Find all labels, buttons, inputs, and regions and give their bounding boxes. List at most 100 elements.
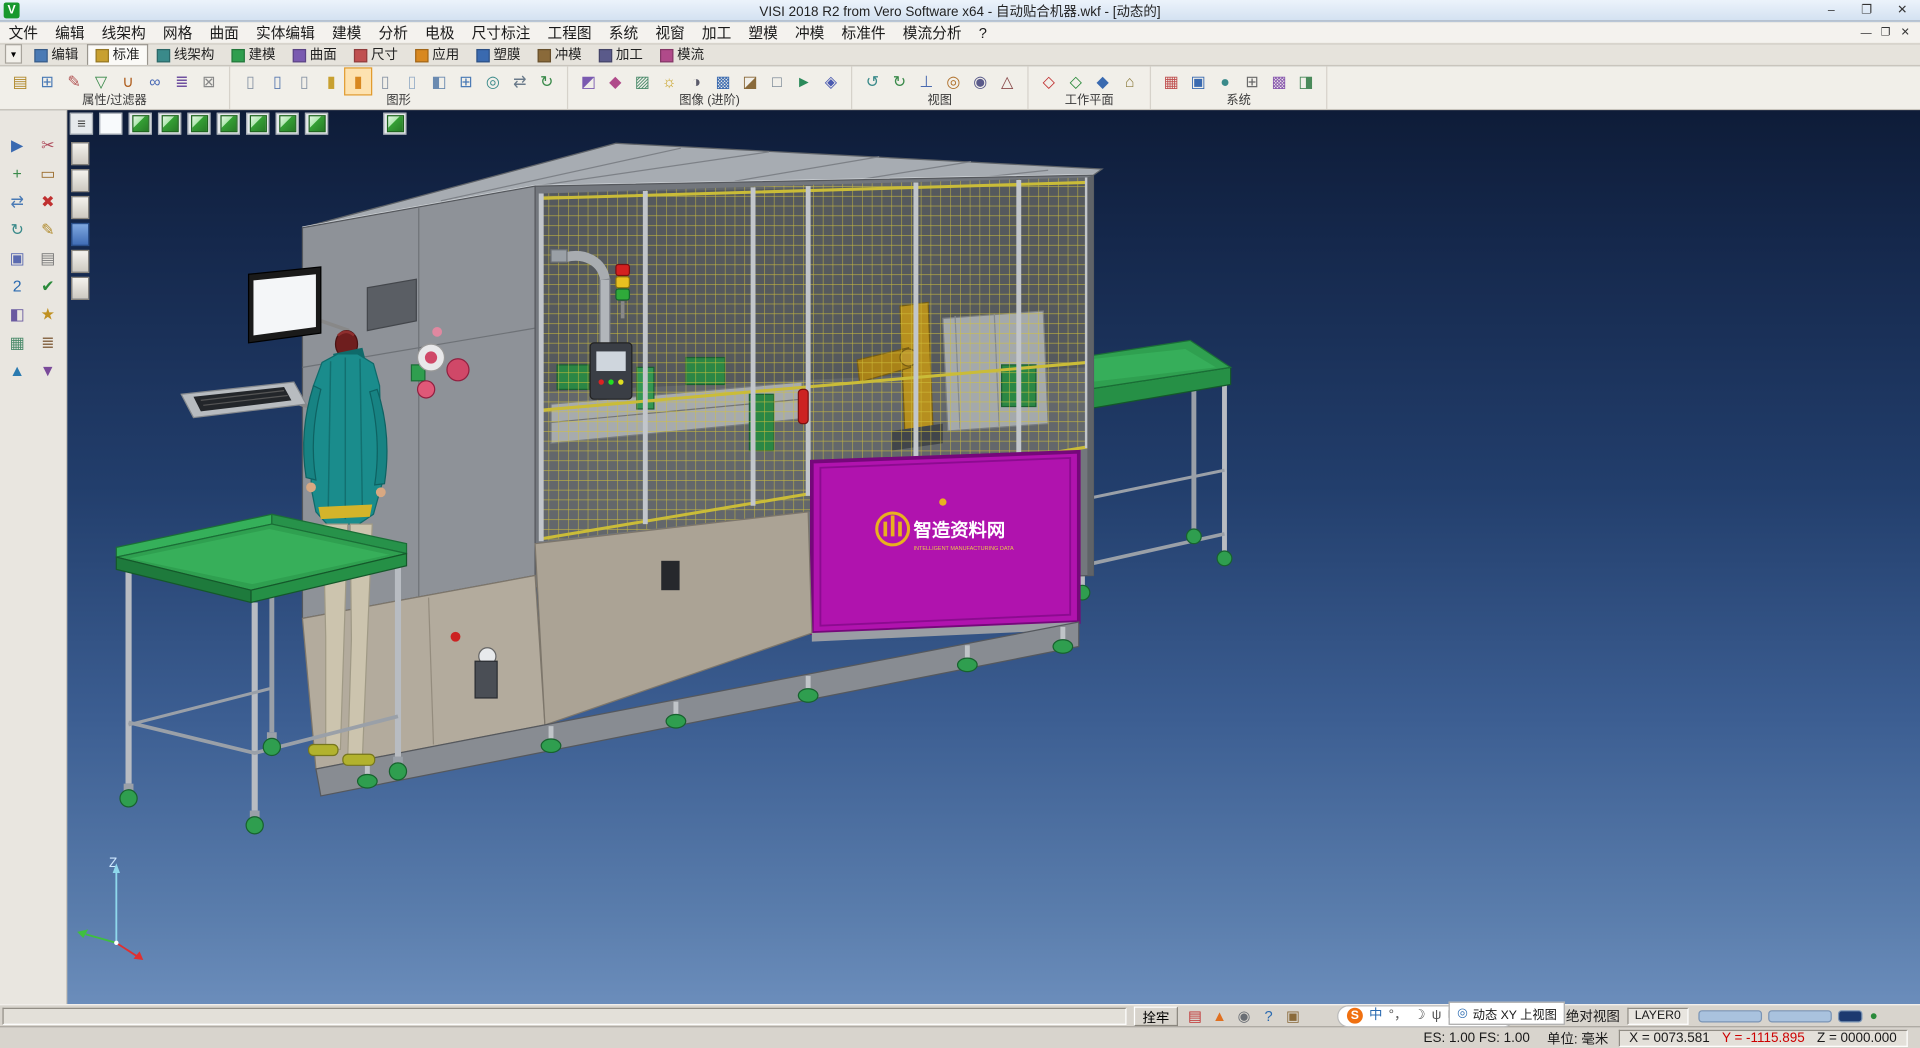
menu-item-10[interactable]: 尺寸标注 [463, 22, 539, 43]
tab-6[interactable]: 尺寸 [345, 44, 406, 65]
options-icon[interactable]: ◨ [1293, 68, 1319, 94]
ghost-view-icon[interactable]: ▯ [399, 68, 425, 94]
magnet-filter-icon[interactable]: ∪ [115, 68, 141, 94]
view-menu-icon[interactable]: ≡ [70, 113, 93, 135]
tray-app-icon[interactable]: ● [1870, 1008, 1878, 1023]
clear-filter-icon[interactable]: ⊠ [196, 68, 222, 94]
viewport-preset-2[interactable] [71, 169, 89, 192]
wireframe-view-icon[interactable]: ▯ [291, 68, 317, 94]
menu-item-18[interactable]: 模流分析 [894, 22, 970, 43]
link-filter-icon[interactable]: ∞ [142, 68, 168, 94]
menu-item-19[interactable]: ? [970, 24, 995, 41]
delete-icon[interactable]: ✖ [34, 189, 62, 215]
measure-icon[interactable]: ▭ [34, 160, 62, 186]
shaded-view-icon[interactable]: ▮ [318, 68, 344, 94]
select-arrow-icon[interactable]: ▶ [3, 132, 31, 158]
rotate-view-icon[interactable]: ↺ [860, 68, 886, 94]
blank-view-icon[interactable] [99, 113, 122, 135]
menu-item-4[interactable]: 网格 [154, 22, 201, 43]
workplane-xy-icon[interactable]: ◇ [1036, 68, 1062, 94]
menu-item-9[interactable]: 电极 [416, 22, 463, 43]
view-align-icon[interactable]: ◎ [940, 68, 966, 94]
tab-7[interactable]: 应用 [407, 44, 468, 65]
render-icon[interactable]: ◩ [576, 68, 602, 94]
grid-config-icon[interactable]: ⊞ [1239, 68, 1265, 94]
chart-icon[interactable]: ▲ [3, 358, 31, 384]
dynamic-view-icon[interactable]: ▮ [345, 68, 371, 94]
menu-item-12[interactable]: 系统 [600, 22, 647, 43]
tab-4[interactable]: 建模 [223, 44, 284, 65]
top-view-icon[interactable] [187, 113, 210, 135]
background-icon[interactable]: ▩ [710, 68, 736, 94]
sketch-icon[interactable]: ✎ [34, 217, 62, 243]
layers-icon[interactable]: ≣ [34, 329, 62, 355]
viewport-preset-1[interactable] [71, 142, 89, 165]
camera-view-icon[interactable]: ◉ [967, 68, 993, 94]
tab-10[interactable]: 加工 [590, 44, 651, 65]
tab-11[interactable]: 模流 [651, 44, 712, 65]
color-palette-icon[interactable]: ▦ [1158, 68, 1184, 94]
mdi-close-button[interactable]: ✕ [1896, 24, 1916, 41]
mdi-restore-button[interactable]: ❐ [1876, 24, 1896, 41]
front-view-icon[interactable] [158, 113, 181, 135]
menu-item-16[interactable]: 冲模 [786, 22, 833, 43]
edit-attributes-icon[interactable]: ✎ [61, 68, 87, 94]
tab-1[interactable]: 编辑 [26, 44, 87, 65]
maximize-button[interactable]: ❐ [1849, 0, 1885, 21]
materials-icon[interactable]: ◆ [602, 68, 628, 94]
zoom-extents-icon[interactable]: ⊞ [453, 68, 479, 94]
hidden-line-icon[interactable]: ▯ [372, 68, 398, 94]
command-prompt-field[interactable] [2, 1007, 1126, 1024]
iso-view-icon[interactable] [129, 113, 152, 135]
section-view-icon[interactable]: ◧ [426, 68, 452, 94]
color-swatch-2[interactable] [1768, 1010, 1832, 1022]
punctuation-icon[interactable]: °， [1389, 1009, 1408, 1022]
menu-item-3[interactable]: 线架构 [93, 22, 154, 43]
tab-9[interactable]: 冲模 [529, 44, 590, 65]
flame-icon[interactable]: ▲ [1207, 1007, 1231, 1024]
menu-item-5[interactable]: 曲面 [201, 22, 248, 43]
stereo-view-icon[interactable]: ◈ [818, 68, 844, 94]
sheet-icon[interactable]: ▤ [34, 245, 62, 271]
bottom-view-icon[interactable] [305, 113, 328, 135]
tab-dropdown-button[interactable]: ▾ [5, 44, 22, 64]
sogou-logo-icon[interactable]: S [1347, 1008, 1363, 1024]
left-view-icon[interactable] [217, 113, 240, 135]
clip-plane-icon[interactable]: ◪ [737, 68, 763, 94]
filter-icon[interactable]: ▽ [88, 68, 114, 94]
back-view-icon[interactable] [276, 113, 299, 135]
workplane-align-icon[interactable]: ◇ [1063, 68, 1089, 94]
menu-item-17[interactable]: 标准件 [833, 22, 894, 43]
right-view-icon[interactable] [246, 113, 269, 135]
check-icon[interactable]: ✔ [34, 273, 62, 299]
gear-icon[interactable]: ◉ [1232, 1007, 1256, 1024]
refresh-view-icon[interactable]: ↻ [534, 68, 560, 94]
export-icon[interactable]: ▼ [34, 358, 62, 384]
menu-item-2[interactable]: 编辑 [47, 22, 94, 43]
copy-attributes-icon[interactable]: ⊞ [34, 68, 60, 94]
translate-icon[interactable]: ⇄ [3, 189, 31, 215]
viewport-3d[interactable]: ≡ [67, 110, 1920, 1004]
viewport-preset-5[interactable] [71, 250, 89, 273]
pan-view-icon[interactable]: ⇄ [507, 68, 533, 94]
menu-item-15[interactable]: 塑模 [740, 22, 787, 43]
half-view-icon[interactable]: ◧ [3, 301, 31, 327]
menu-item-8[interactable]: 分析 [370, 22, 417, 43]
view-normal-icon[interactable]: ⊥ [913, 68, 939, 94]
help-icon[interactable]: ? [1256, 1007, 1280, 1024]
package-icon[interactable]: ▣ [1281, 1007, 1305, 1024]
ime-chinese-icon[interactable]: 中 [1369, 1009, 1382, 1022]
copy-icon[interactable]: ▣ [3, 245, 31, 271]
moon-icon[interactable]: ☽ [1414, 1009, 1426, 1022]
minimize-button[interactable]: – [1813, 0, 1849, 21]
two-point-icon[interactable]: 2 [3, 273, 31, 299]
menu-item-6[interactable]: 实体编辑 [247, 22, 323, 43]
lighting-icon[interactable]: ☼ [656, 68, 682, 94]
system-info-icon[interactable]: ● [1212, 68, 1238, 94]
close-button[interactable]: ✕ [1884, 0, 1920, 21]
snapshot-icon[interactable]: □ [764, 68, 790, 94]
mic-icon[interactable]: ψ [1432, 1009, 1442, 1022]
star-snap-icon[interactable]: ★ [34, 301, 62, 327]
textures-icon[interactable]: ▨ [629, 68, 655, 94]
workplane-3point-icon[interactable]: ◆ [1090, 68, 1116, 94]
